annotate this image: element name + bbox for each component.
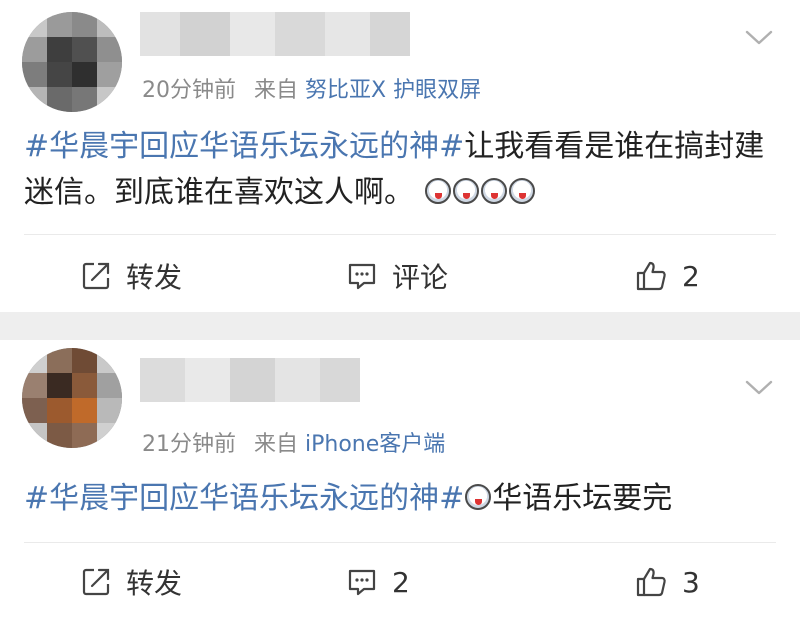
post-text: #华晨宇回应华语乐坛永远的神#让我看看是谁在搞封建迷信。到底谁在喜欢这人啊。: [24, 124, 784, 216]
post-meta: 21分钟前 来自 iPhone客户端: [142, 426, 445, 458]
comment-icon: [348, 569, 376, 596]
repost-icon: [82, 262, 110, 290]
from-label: 来自: [254, 78, 299, 103]
avatar[interactable]: [22, 12, 122, 112]
divider: [24, 234, 776, 235]
like-button[interactable]: 2: [634, 256, 700, 296]
post-time: 20分钟前: [142, 78, 236, 103]
hashtag-link[interactable]: #华晨宇回应华语乐坛永远的神#: [24, 129, 464, 164]
comment-button[interactable]: 评论: [346, 256, 448, 296]
avatar[interactable]: [22, 348, 122, 448]
repost-icon: [82, 568, 110, 596]
laughing-emoji-icon: [480, 178, 507, 204]
laughing-emoji-icon: [508, 178, 535, 204]
post-meta: 20分钟前 来自 努比亚X 护眼双屏: [142, 72, 481, 104]
post-separator: [0, 312, 800, 340]
chevron-down-icon[interactable]: [744, 28, 774, 48]
repost-button[interactable]: 转发: [80, 562, 182, 602]
like-count: 2: [682, 259, 700, 293]
weibo-post: 20分钟前 来自 努比亚X 护眼双屏 #华晨宇回应华语乐坛永远的神#让我看看是谁在…: [0, 0, 800, 312]
post-body: 华语乐坛要完: [492, 481, 673, 516]
comment-count: 2: [392, 565, 410, 599]
repost-button[interactable]: 转发: [80, 256, 182, 296]
username-blurred[interactable]: [140, 358, 360, 402]
laughing-emoji-icon: [452, 178, 479, 204]
divider: [24, 542, 776, 543]
repost-label: 转发: [126, 261, 183, 294]
post-source[interactable]: 努比亚X 护眼双屏: [305, 78, 481, 103]
post-time: 21分钟前: [142, 432, 236, 457]
post-source[interactable]: iPhone客户端: [305, 432, 445, 457]
thumbs-up-icon: [636, 261, 666, 291]
laughing-emoji-icon: [465, 484, 492, 510]
like-count: 3: [682, 565, 700, 599]
comment-label: 评论: [392, 261, 449, 294]
comment-button[interactable]: 2: [346, 562, 410, 602]
weibo-post: 21分钟前 来自 iPhone客户端 #华晨宇回应华语乐坛永远的神# 华语乐坛要完 …: [0, 340, 800, 619]
laughing-emoji-icon: [424, 178, 451, 204]
repost-label: 转发: [126, 567, 183, 600]
hashtag-link[interactable]: #华晨宇回应华语乐坛永远的神#: [24, 481, 464, 516]
chevron-down-icon[interactable]: [744, 378, 774, 398]
comment-icon: [348, 263, 376, 290]
like-button[interactable]: 3: [634, 562, 700, 602]
from-label: 来自: [254, 432, 299, 457]
post-text: #华晨宇回应华语乐坛永远的神# 华语乐坛要完: [24, 476, 784, 522]
thumbs-up-icon: [636, 567, 666, 597]
username-blurred[interactable]: [140, 12, 410, 56]
